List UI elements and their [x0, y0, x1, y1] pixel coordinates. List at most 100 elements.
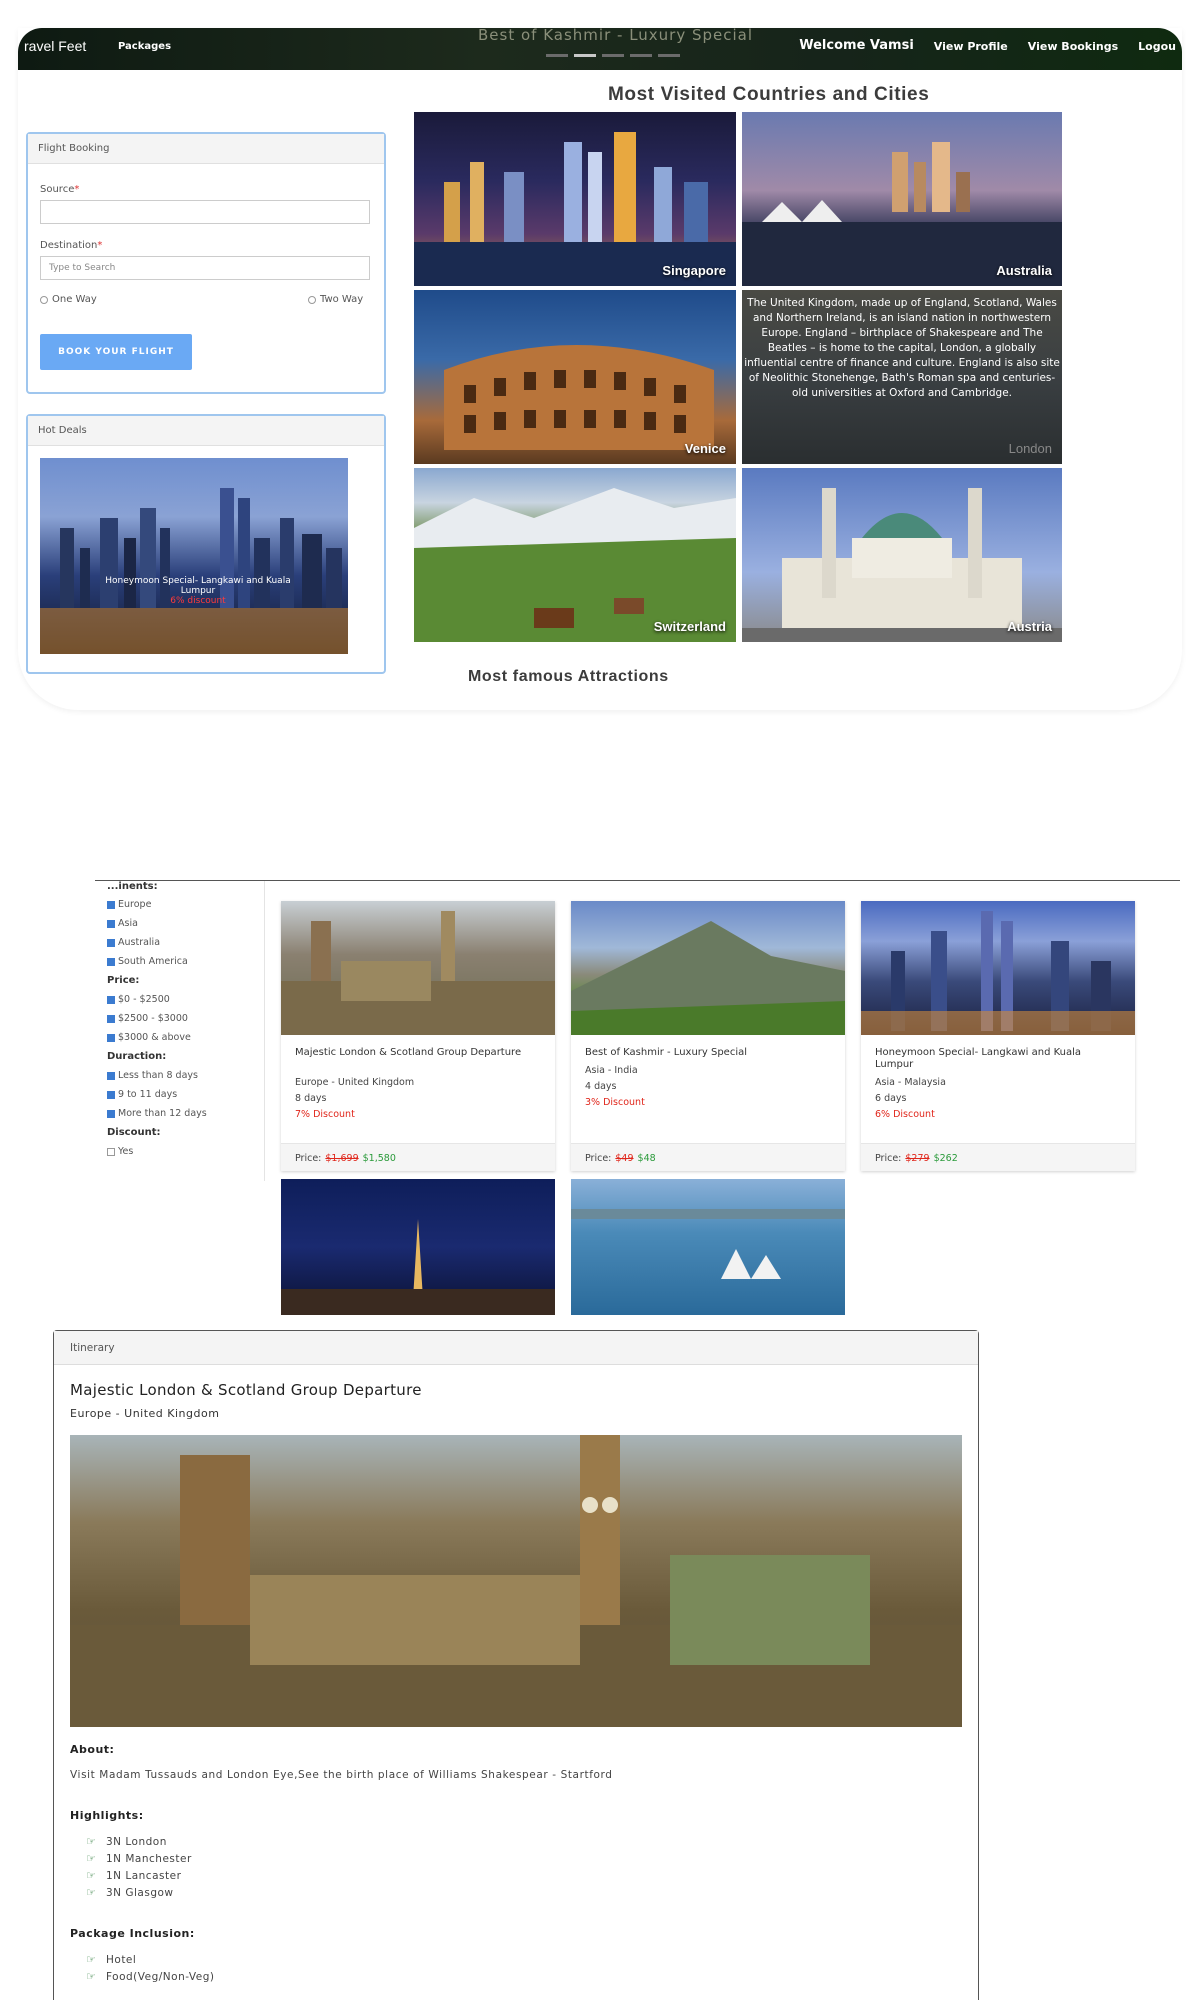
tile-venice[interactable]: Venice: [414, 290, 736, 464]
filter-europe[interactable]: Europe: [107, 899, 151, 910]
tile-london[interactable]: The United Kingdom, made up of England, …: [742, 290, 1062, 464]
tile-caption: Australia: [996, 263, 1052, 278]
top-navbar: ravel Feet Packages Best of Kashmir - Lu…: [18, 28, 1182, 70]
filter-duration-3[interactable]: More than 12 days: [107, 1108, 207, 1119]
carousel-caption: Best of Kashmir - Luxury Special: [478, 28, 754, 44]
filter-price-1[interactable]: $0 - $2500: [107, 994, 170, 1005]
tile-caption: Austria: [1007, 619, 1052, 634]
package-image: [861, 901, 1135, 1035]
itinerary-screen: Itinerary Majestic London & Scotland Gro…: [53, 1330, 983, 2000]
inclusion-item: ☞ Hotel: [86, 1953, 137, 1966]
package-price: Price: $279 $262: [861, 1143, 1135, 1171]
package-days: 4 days: [585, 1081, 617, 1092]
brand-link[interactable]: ravel Feet: [24, 38, 86, 54]
nav-view-bookings[interactable]: View Bookings: [1028, 40, 1118, 53]
pointing-hand-icon: ☞: [86, 1852, 97, 1865]
singapore-image: [414, 132, 736, 286]
filter-duration-1[interactable]: Less than 8 days: [107, 1070, 198, 1081]
carousel-dot[interactable]: [658, 54, 680, 57]
checkbox[interactable]: [107, 957, 115, 966]
tile-caption: London: [1008, 441, 1052, 456]
source-input[interactable]: [40, 200, 370, 224]
tile-singapore[interactable]: Singapore: [414, 112, 736, 286]
checkbox[interactable]: [107, 1033, 115, 1042]
carousel-dot[interactable]: [546, 54, 568, 57]
nav-view-profile[interactable]: View Profile: [934, 40, 1008, 53]
package-card[interactable]: [571, 1179, 845, 1315]
package-location: Asia - Malaysia: [875, 1077, 946, 1088]
tile-caption: Singapore: [662, 263, 726, 278]
destination-input[interactable]: Type to Search: [40, 256, 370, 280]
attractions-title: Most famous Attractions: [468, 668, 669, 685]
package-card[interactable]: Best of Kashmir - Luxury Special Asia - …: [571, 901, 845, 1171]
about-text: Visit Madam Tussauds and London Eye,See …: [70, 1769, 613, 1781]
hot-deal-carousel[interactable]: Honeymoon Special- Langkawi and Kuala Lu…: [40, 458, 348, 654]
nav-packages[interactable]: Packages: [118, 41, 171, 52]
package-discount: 6% Discount: [875, 1109, 935, 1120]
package-title[interactable]: Best of Kashmir - Luxury Special: [585, 1047, 831, 1059]
checkbox[interactable]: [107, 995, 115, 1004]
checkbox[interactable]: [107, 938, 115, 947]
filter-price-3[interactable]: $3000 & above: [107, 1032, 191, 1043]
destination-label: Destination*: [40, 240, 103, 251]
pointing-hand-icon: ☞: [86, 1970, 97, 1983]
filter-price-head: Price:: [107, 975, 140, 986]
package-price: Price: $1,699 $1,580: [281, 1143, 555, 1171]
inclusion-item: ☞ Food(Veg/Non-Veg): [86, 1970, 215, 1983]
source-label: Source*: [40, 184, 80, 195]
itinerary-image: [70, 1435, 962, 1727]
checkbox[interactable]: [107, 919, 115, 928]
checkbox[interactable]: [107, 1147, 115, 1156]
filter-price-2[interactable]: $2500 - $3000: [107, 1013, 188, 1024]
kashmir-image: [571, 921, 845, 1035]
package-image: [571, 1179, 845, 1315]
filter-continents-head: ...inents:: [107, 881, 158, 892]
checkbox[interactable]: [107, 1071, 115, 1080]
book-flight-button[interactable]: BOOK YOUR FLIGHT: [40, 334, 192, 370]
package-image: [571, 901, 845, 1035]
radio-circle[interactable]: [40, 295, 48, 304]
two-way-radio[interactable]: Two Way: [308, 294, 363, 305]
tile-switzerland[interactable]: Switzerland: [414, 468, 736, 642]
checkbox[interactable]: [107, 900, 115, 909]
carousel-dot[interactable]: [630, 54, 652, 57]
visited-title: Most Visited Countries and Cities: [608, 84, 930, 105]
itinerary-panel: Itinerary Majestic London & Scotland Gro…: [53, 1330, 979, 2000]
checkbox[interactable]: [107, 1109, 115, 1118]
itinerary-subtitle: Europe - United Kingdom: [70, 1407, 220, 1420]
package-card[interactable]: [281, 1179, 555, 1315]
paris-image: [281, 1219, 555, 1315]
colosseum-image: [444, 345, 714, 450]
checkbox[interactable]: [107, 1090, 115, 1099]
package-price: Price: $49 $48: [571, 1143, 845, 1171]
filter-south-america[interactable]: South America: [107, 956, 188, 967]
inclusion-heading: Package Inclusion:: [70, 1927, 195, 1940]
package-title[interactable]: Honeymoon Special- Langkawi and Kuala Lu…: [875, 1047, 1121, 1071]
package-card[interactable]: Honeymoon Special- Langkawi and Kuala Lu…: [861, 901, 1135, 1171]
checkbox[interactable]: [107, 1014, 115, 1023]
radio-circle[interactable]: [308, 295, 316, 304]
package-title[interactable]: Majestic London & Scotland Group Departu…: [295, 1047, 541, 1059]
carousel-indicators[interactable]: [546, 54, 680, 57]
itinerary-title: Majestic London & Scotland Group Departu…: [70, 1381, 422, 1399]
filter-duration-2[interactable]: 9 to 11 days: [107, 1089, 177, 1100]
filter-discount-head: Discount:: [107, 1127, 161, 1138]
highlight-item: ☞ 1N Lancaster: [86, 1869, 182, 1882]
filter-australia[interactable]: Australia: [107, 937, 160, 948]
carousel-dot[interactable]: [602, 54, 624, 57]
nav-logout[interactable]: Logou: [1138, 40, 1176, 53]
one-way-radio[interactable]: One Way: [40, 294, 97, 305]
switzerland-image: [414, 488, 736, 642]
package-location: Europe - United Kingdom: [295, 1077, 415, 1088]
pointing-hand-icon: ☞: [86, 1886, 97, 1899]
tile-austria[interactable]: Austria: [742, 468, 1062, 642]
austria-image: [742, 488, 1062, 642]
package-image: [281, 1179, 555, 1315]
package-discount: 7% Discount: [295, 1109, 355, 1120]
carousel-dot[interactable]: [574, 54, 596, 57]
tile-australia[interactable]: Australia: [742, 112, 1062, 286]
package-card[interactable]: Majestic London & Scotland Group Departu…: [281, 901, 555, 1171]
filter-asia[interactable]: Asia: [107, 918, 138, 929]
kuala-lumpur-image: [861, 911, 1135, 1035]
filter-discount-yes[interactable]: Yes: [107, 1146, 133, 1157]
